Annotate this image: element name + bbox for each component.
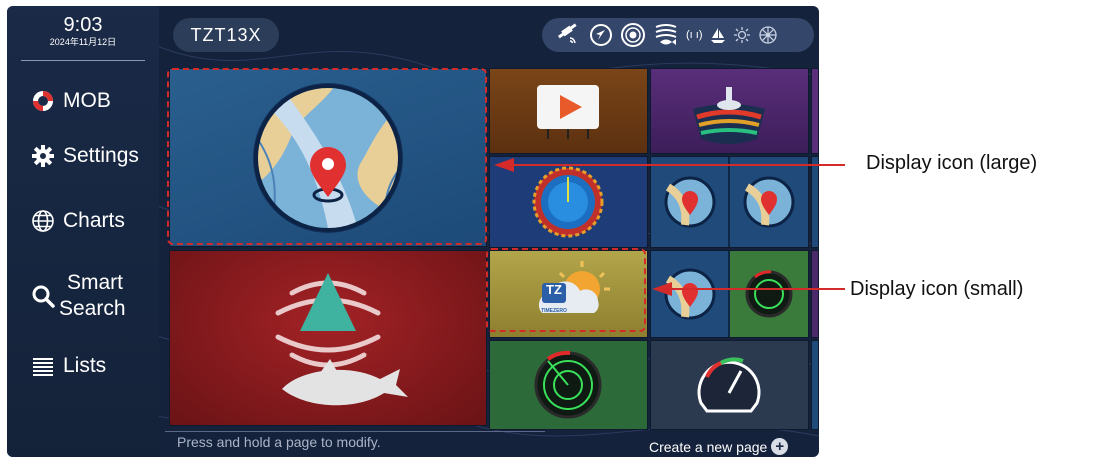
gauge-icon — [697, 357, 761, 413]
gps-satellite-icon — [556, 23, 582, 47]
globe-icon — [29, 207, 57, 235]
sidebar-item-label: Charts — [63, 209, 125, 232]
sidebar-item-charts[interactable]: Charts — [7, 206, 159, 236]
tile-partial — [811, 68, 819, 154]
device-name-button[interactable]: TZT13X — [173, 18, 279, 52]
wheel-icon — [758, 25, 778, 45]
lifebuoy-icon — [29, 87, 57, 115]
tile-video[interactable] — [489, 68, 648, 154]
create-page-button[interactable]: Create a new page + — [649, 438, 789, 455]
sun-icon — [733, 26, 751, 44]
tile-radar[interactable] — [489, 340, 648, 430]
create-page-label: Create a new page — [649, 438, 768, 455]
clock-divider — [21, 60, 145, 61]
callout-arrows — [494, 158, 845, 296]
search-icon — [29, 282, 57, 310]
callout-small-label: Display icon (small) — [850, 278, 1024, 300]
sidebar-item-label: Lists — [63, 354, 107, 377]
footer-hint: Press and hold a page to modify. — [177, 434, 381, 450]
sonar-3d-icon — [693, 87, 765, 144]
sidebar-item-label: Settings — [63, 144, 139, 167]
sidebar-item-label-line1: Smart — [67, 271, 124, 294]
tile-partial — [811, 340, 819, 430]
radar-icon — [534, 350, 602, 419]
tile-fishfinder-large[interactable] — [169, 250, 487, 426]
sidebar-item-lists[interactable]: Lists — [7, 351, 159, 381]
video-play-icon — [537, 85, 599, 139]
tile-instruments[interactable] — [650, 340, 809, 430]
sidebar-item-mob[interactable]: MOB — [7, 86, 159, 116]
clock-time: 9:03 — [63, 14, 103, 36]
tile-3d-sonar[interactable] — [650, 68, 809, 154]
sidebar-item-settings[interactable]: Settings — [7, 141, 159, 171]
sonar-target-icon — [620, 22, 646, 48]
sidebar-item-label-line2: Search — [59, 297, 126, 320]
status-bar[interactable]: (ı ı) — [542, 18, 814, 52]
clock: 9:03 2024年11月12日 — [7, 14, 159, 48]
footer-divider — [165, 431, 545, 432]
plus-icon: + — [771, 438, 789, 455]
sidebar-item-smart-search[interactable]: Smart Search — [7, 268, 159, 324]
signal-icon: (ı ı) — [686, 29, 703, 41]
navigation-arrow-icon — [589, 23, 613, 47]
sidebar-item-label-block: Smart Search — [59, 270, 126, 322]
fishfinder-fish-icon — [275, 273, 408, 406]
gear-icon — [29, 142, 57, 170]
callout-large-label: Display icon (large) — [866, 152, 1038, 174]
fish-finder-icon — [653, 22, 679, 48]
clock-date: 2024年11月12日 — [49, 37, 117, 47]
highlight-large-icon — [167, 68, 487, 245]
list-icon — [29, 352, 57, 380]
sidebar-item-label: MOB — [63, 89, 111, 112]
sidebar: 9:03 2024年11月12日 MOB Settings Charts Sma… — [7, 6, 159, 457]
sail-icon — [710, 26, 726, 44]
